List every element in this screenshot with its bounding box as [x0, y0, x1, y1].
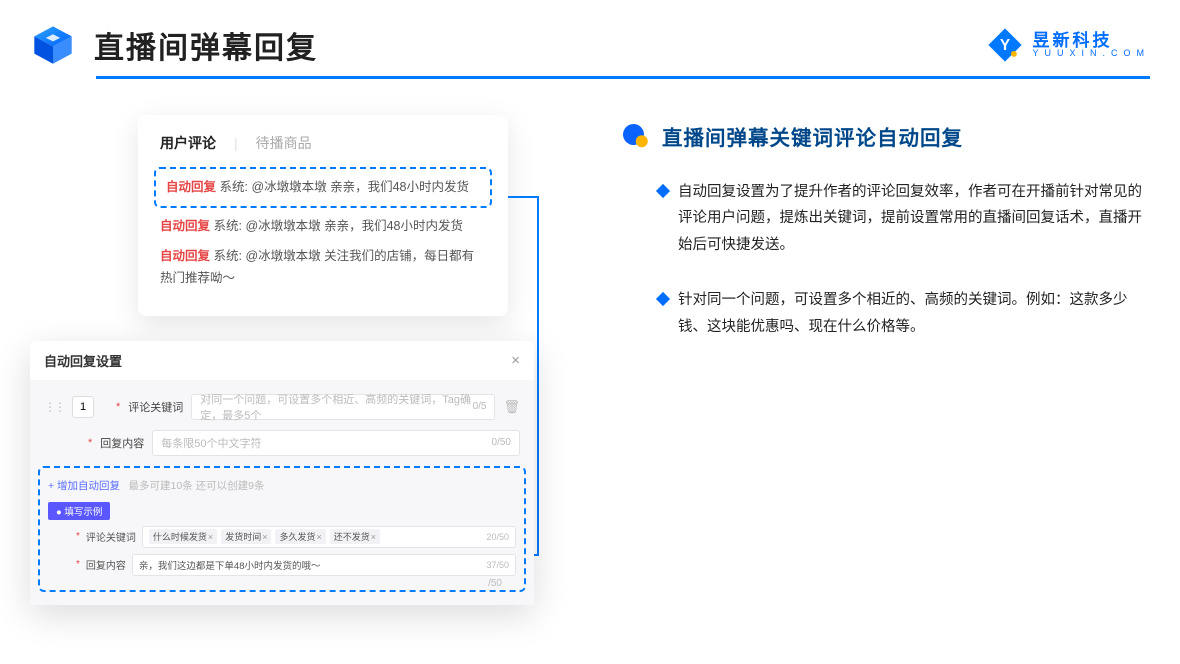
delete-icon[interactable]: 🗑	[503, 399, 520, 415]
required-star: *	[76, 531, 80, 542]
cube-icon	[30, 22, 76, 68]
required-star: *	[76, 559, 80, 570]
page-title: 直播间弹幕回复	[94, 23, 318, 67]
rule-index: 1	[72, 396, 94, 418]
content-placeholder: 每条限50个中文字符	[161, 435, 261, 451]
section-bullet-icon	[620, 121, 650, 151]
comment-row: 自动回复 系统: @冰墩墩本墩 亲亲，我们48小时内发货	[160, 173, 486, 203]
bullet-text: 针对同一个问题，可设置多个相近的、高频的关键词。例如：这款多少钱、这块能优惠吗、…	[678, 287, 1148, 341]
chip: 多久发货×	[275, 529, 325, 544]
auto-reply-tag: 自动回复	[160, 219, 210, 233]
example-content-input[interactable]: 亲，我们这边都是下单48小时内发货的哦～ 37/50	[132, 554, 516, 576]
keyword-placeholder: 对同一个问题，可设置多个相近、高频的关键词，Tag确定，最多5个	[200, 391, 472, 423]
tab-divider: |	[234, 135, 238, 151]
example-keyword-row: * 评论关键词 什么时候发货× 发货时间× 多久发货× 还不发货× 20/50	[76, 526, 516, 548]
chip: 发货时间×	[221, 529, 271, 544]
required-star: *	[88, 437, 92, 449]
keyword-count: 0/5	[473, 401, 487, 412]
content-count: 0/50	[492, 437, 511, 448]
example-content-text: 亲，我们这边都是下单48小时内发货的哦～	[139, 558, 321, 572]
dialog-title: 自动回复设置	[44, 351, 122, 370]
auto-reply-settings-dialog: 自动回复设置 × ⋮⋮ 1 * 评论关键词 对同一个问题，可设置多个相近、高频的…	[30, 341, 534, 605]
keyword-input[interactable]: 对同一个问题，可设置多个相近、高频的关键词，Tag确定，最多5个 0/5	[191, 394, 495, 420]
comment-body: 系统: @冰墩墩本墩 亲亲，我们48小时内发货	[220, 180, 470, 194]
highlighted-comment: 自动回复 系统: @冰墩墩本墩 亲亲，我们48小时内发货	[154, 167, 492, 209]
svg-text:Y: Y	[1000, 37, 1011, 54]
example-content-label: 回复内容	[86, 557, 126, 572]
rule-row-content: * 回复内容 每条限50个中文字符 0/50	[88, 430, 520, 456]
bullet-text: 自动回复设置为了提升作者的评论回复效率，作者可在开播前针对常见的评论用户问题，提…	[678, 179, 1148, 259]
chip: 还不发货×	[330, 529, 380, 544]
drag-handle-icon[interactable]: ⋮⋮	[44, 400, 64, 414]
required-star: *	[116, 401, 120, 413]
brand-name-en: YUUXIN.COM	[1032, 49, 1150, 58]
brand-logo-icon: Y	[986, 26, 1024, 64]
comment-body: 系统: @冰墩墩本墩 亲亲，我们48小时内发货	[214, 219, 464, 233]
example-badge: ● 填写示例	[48, 502, 110, 520]
section-title: 直播间弹幕关键词评论自动回复	[662, 121, 963, 151]
close-icon[interactable]: ×	[511, 352, 520, 369]
add-hint: 最多可建10条 还可以创建9条	[129, 480, 265, 492]
example-highlight: + 增加自动回复 最多可建10条 还可以创建9条 ● 填写示例 * 评论关键词 …	[38, 466, 526, 592]
auto-reply-tag: 自动回复	[166, 180, 216, 194]
auto-reply-tag: 自动回复	[160, 249, 210, 263]
tab-user-comments[interactable]: 用户评论	[160, 133, 216, 153]
tab-pending-products[interactable]: 待播商品	[256, 133, 312, 153]
add-auto-reply-link[interactable]: + 增加自动回复	[48, 480, 120, 492]
brand-block: Y 昱新科技 YUUXIN.COM	[986, 26, 1150, 64]
rule-row-keyword: ⋮⋮ 1 * 评论关键词 对同一个问题，可设置多个相近、高频的关键词，Tag确定…	[44, 394, 520, 420]
chip: 什么时候发货×	[149, 529, 217, 544]
dialog-footer-count: /50	[44, 578, 520, 589]
content-input[interactable]: 每条限50个中文字符 0/50	[152, 430, 520, 456]
bullet-item: 针对同一个问题，可设置多个相近的、高频的关键词。例如：这款多少钱、这块能优惠吗、…	[620, 287, 1150, 341]
comments-panel: 用户评论 | 待播商品 自动回复 系统: @冰墩墩本墩 亲亲，我们48小时内发货…	[138, 115, 508, 317]
example-content-count: 37/50	[486, 560, 509, 570]
brand-name-cn: 昱新科技	[1032, 32, 1150, 49]
example-kw-label: 评论关键词	[86, 529, 136, 544]
example-kw-count: 20/50	[486, 532, 509, 542]
example-kw-input[interactable]: 什么时候发货× 发货时间× 多久发货× 还不发货× 20/50	[142, 526, 516, 548]
content-label: 回复内容	[100, 435, 144, 451]
example-content-row: * 回复内容 亲，我们这边都是下单48小时内发货的哦～ 37/50	[76, 554, 516, 576]
diamond-icon	[656, 183, 670, 197]
comment-row: 自动回复 系统: @冰墩墩本墩 亲亲，我们48小时内发货	[154, 212, 492, 242]
diamond-icon	[656, 292, 670, 306]
comment-row: 自动回复 系统: @冰墩墩本墩 关注我们的店铺，每日都有热门推荐呦～	[154, 242, 492, 294]
keyword-label: 评论关键词	[128, 399, 183, 415]
bullet-item: 自动回复设置为了提升作者的评论回复效率，作者可在开播前针对常见的评论用户问题，提…	[620, 179, 1150, 259]
